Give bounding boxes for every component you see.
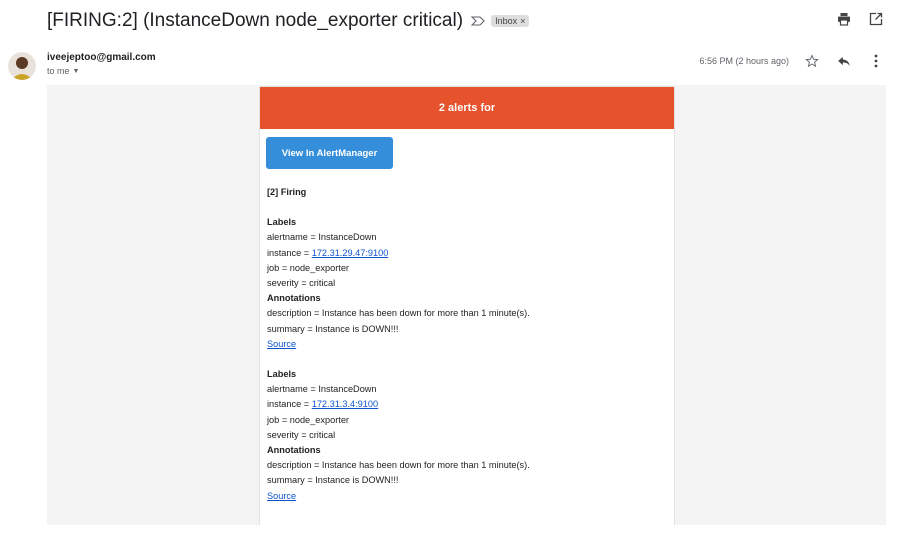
alert-block-1: Labels alertname = InstanceDown instance… [267, 215, 667, 352]
summary-annotation: summary = Instance is DOWN!!! [267, 475, 399, 486]
job-label: job = node_exporter [267, 262, 349, 273]
annotations-heading: Annotations [267, 445, 321, 456]
view-in-alertmanager-button[interactable]: View In AlertManager [266, 137, 393, 169]
avatar[interactable] [8, 52, 36, 80]
more-vert-icon[interactable] [867, 52, 885, 70]
alert-block-2: Labels alertname = InstanceDown instance… [267, 367, 667, 504]
close-icon[interactable]: × [520, 16, 525, 26]
description-annotation: description = Instance has been down for… [267, 460, 530, 471]
instance-label: instance = 172.31.29.47:9100 [267, 246, 667, 261]
alert-card: 2 alerts for View In AlertManager [2] Fi… [259, 86, 675, 525]
firing-heading: [2] Firing [267, 187, 307, 197]
alertname-label: alertname = InstanceDown [267, 232, 377, 243]
email-subject: [FIRING:2] (InstanceDown node_exporter c… [47, 10, 464, 31]
source-link[interactable]: Source [267, 339, 296, 349]
recipient-label: to me [47, 66, 70, 76]
subject-row: [FIRING:2] (InstanceDown node_exporter c… [47, 8, 530, 34]
email-body: 2 alerts for View In AlertManager [2] Fi… [47, 85, 886, 525]
severity-label: severity = critical [267, 278, 336, 289]
instance-link[interactable]: 172.31.3.4:9100 [312, 399, 378, 409]
open-in-new-window-icon[interactable] [867, 10, 885, 28]
timestamp: 6:56 PM (2 hours ago) [699, 56, 789, 66]
annotations-heading: Annotations [267, 293, 321, 304]
job-label: job = node_exporter [267, 414, 349, 425]
print-icon[interactable] [835, 10, 853, 28]
instance-prefix: instance = [267, 247, 312, 258]
description-annotation: description = Instance has been down for… [267, 308, 530, 319]
importance-marker-icon[interactable] [470, 14, 485, 29]
severity-label: severity = critical [267, 429, 336, 440]
reply-icon[interactable] [835, 52, 853, 70]
alert-content: [2] Firing Labels alertname = InstanceDo… [267, 185, 667, 504]
summary-annotation: summary = Instance is DOWN!!! [267, 323, 399, 334]
inbox-label-text: Inbox [495, 16, 518, 26]
source-link[interactable]: Source [267, 491, 296, 501]
instance-prefix: instance = [267, 399, 312, 410]
alert-header: 2 alerts for [260, 87, 674, 129]
instance-label: instance = 172.31.3.4:9100 [267, 397, 667, 412]
chevron-down-icon[interactable]: ▼ [73, 68, 80, 75]
top-actions [835, 10, 885, 28]
message-actions: 6:56 PM (2 hours ago) [699, 52, 885, 70]
recipient-toggle[interactable]: to me ▼ [47, 66, 79, 76]
alertname-label: alertname = InstanceDown [267, 384, 377, 395]
labels-heading: Labels [267, 369, 297, 380]
instance-link[interactable]: 172.31.29.47:9100 [312, 248, 389, 258]
inbox-label-chip[interactable]: Inbox × [491, 15, 530, 27]
sender-email[interactable]: iveejeptoo@gmail.com [47, 52, 156, 63]
labels-heading: Labels [267, 217, 297, 228]
star-icon[interactable] [803, 52, 821, 70]
